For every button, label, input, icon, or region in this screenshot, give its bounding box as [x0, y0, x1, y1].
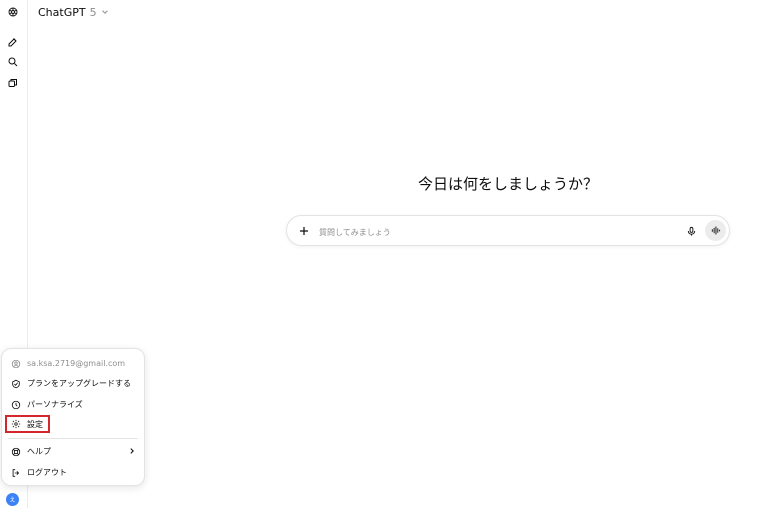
voice-waveform-icon [710, 225, 721, 236]
model-selector[interactable]: ChatGPT 5 [38, 3, 109, 21]
composer [286, 215, 730, 246]
menu-item-label: ログアウト [27, 468, 67, 477]
logout-icon [11, 468, 21, 478]
model-version: 5 [89, 5, 97, 19]
account-email: sa.ksa.2719@gmail.com [27, 359, 126, 368]
new-chat-icon[interactable] [4, 33, 22, 51]
account-menu: sa.ksa.2719@gmail.com プランをアップグレードする パーソナ… [1, 348, 145, 486]
user-circle-icon [11, 359, 21, 369]
voice-mode-button[interactable] [705, 220, 726, 241]
menu-item-personalize[interactable]: パーソナライズ [5, 395, 140, 414]
menu-item-upgrade-plan[interactable]: プランをアップグレードする [5, 374, 140, 393]
menu-item-label: パーソナライズ [27, 400, 83, 409]
microphone-icon[interactable] [682, 222, 700, 240]
model-name: ChatGPT [38, 5, 86, 19]
menu-divider [8, 438, 138, 439]
upgrade-icon [11, 379, 21, 389]
menu-item-logout[interactable]: ログアウト [5, 463, 140, 482]
search-icon[interactable] [4, 53, 22, 71]
help-icon [11, 447, 21, 457]
avatar[interactable]: え [6, 493, 19, 506]
prompt-input[interactable] [317, 223, 661, 241]
page-title: 今日は何をしましょうか？ [417, 175, 598, 193]
openai-logo-icon[interactable] [4, 3, 22, 21]
menu-item-label: 設定 [27, 419, 43, 429]
menu-item-settings[interactable]: 設定 [5, 415, 50, 433]
menu-item-help[interactable]: ヘルプ [5, 442, 140, 461]
library-icon[interactable] [4, 74, 22, 92]
gear-icon [11, 419, 21, 429]
chevron-right-icon [128, 447, 136, 455]
chevron-down-icon [101, 6, 109, 19]
menu-item-label: プランをアップグレードする [27, 379, 131, 388]
add-attachment-icon[interactable] [295, 222, 313, 240]
personalize-icon [11, 400, 21, 410]
menu-item-label: ヘルプ [27, 447, 51, 456]
account-email-row: sa.ksa.2719@gmail.com [5, 354, 140, 373]
